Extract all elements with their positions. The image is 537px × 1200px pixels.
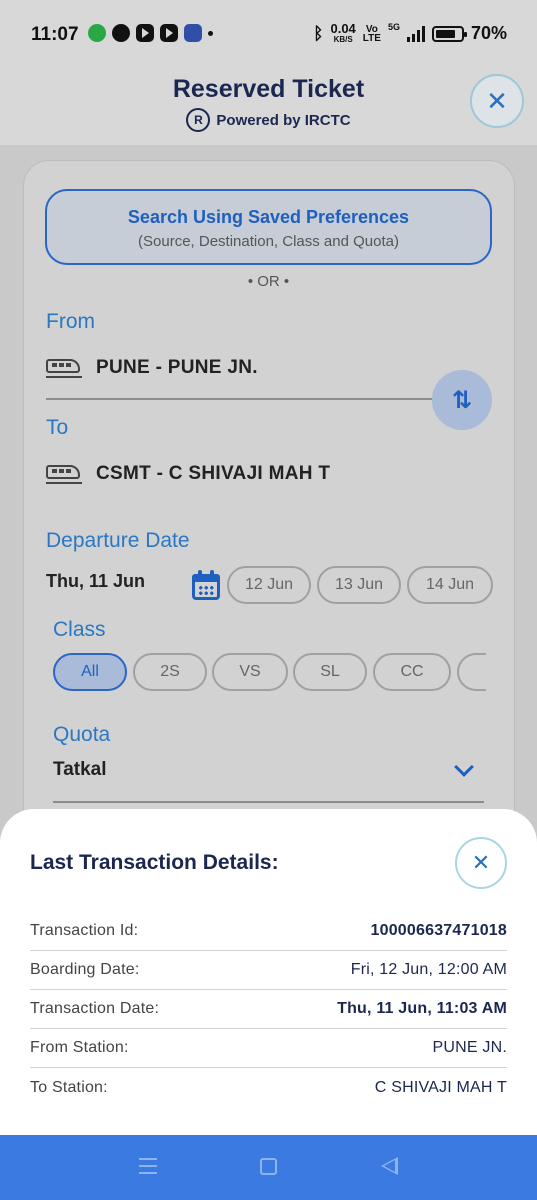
departure-date-label: Departure Date <box>46 529 190 552</box>
class-option-2s[interactable]: 2S <box>133 653 207 691</box>
class-options-row: All 2S VS SL CC <box>52 652 486 692</box>
txn-label: Boarding Date: <box>30 961 140 978</box>
swap-stations-button[interactable]: ⇅ <box>432 370 492 430</box>
txn-row-to-station: To Station: C SHIVAJI MAH T <box>30 1068 507 1107</box>
powered-by-text: Powered by IRCTC <box>216 111 351 129</box>
saved-preferences-button[interactable]: Search Using Saved Preferences (Source, … <box>45 189 492 265</box>
net-speed: 0.04 KB/S <box>330 20 356 44</box>
search-card <box>23 160 515 860</box>
irctc-logo-icon: R <box>186 108 211 132</box>
class-option-cc[interactable]: CC <box>373 653 451 691</box>
page-header: Reserved Ticket R Powered by IRCTC ✕ <box>0 70 537 145</box>
departure-date-selected[interactable]: Thu, 11 Jun <box>46 571 145 592</box>
volte-indicator: Vo LTE <box>362 23 381 44</box>
txn-label: Transaction Id: <box>30 922 139 939</box>
or-separator: • OR • <box>247 273 290 290</box>
status-time: 11:07 <box>31 24 79 45</box>
from-label: From <box>46 310 95 333</box>
to-label: To <box>46 416 69 439</box>
txn-value: C SHIVAJI MAH T <box>374 1078 507 1096</box>
class-option-sl[interactable]: SL <box>293 653 367 691</box>
class-option-vs[interactable]: VS <box>212 653 288 691</box>
battery-percent: 70% <box>470 23 507 43</box>
txn-value: PUNE JN. <box>432 1039 507 1056</box>
recents-menu-icon[interactable] <box>139 1158 157 1174</box>
txn-label: From Station: <box>30 1039 129 1056</box>
from-station-field[interactable]: PUNE - PUNE JN. <box>46 357 258 379</box>
calendar-icon[interactable] <box>192 570 220 600</box>
close-button[interactable]: ✕ <box>470 74 524 128</box>
txn-label: Transaction Date: <box>30 1000 160 1017</box>
powered-by: R Powered by IRCTC <box>0 108 537 132</box>
whatsapp-icon <box>88 24 106 42</box>
date-option-pill[interactable]: 14 Jun <box>407 566 493 604</box>
notification-icons <box>88 24 213 42</box>
date-option-pill[interactable]: 12 Jun <box>227 566 311 604</box>
from-station-value: PUNE - PUNE JN. <box>96 357 258 378</box>
battery-icon <box>431 25 467 42</box>
txn-row-from-station: From Station: PUNE JN. <box>30 1029 507 1068</box>
txn-row-transaction-date: Transaction Date: Thu, 11 Jun, 11:03 AM <box>30 990 507 1029</box>
sheet-close-button[interactable]: ✕ <box>455 837 507 889</box>
last-transaction-sheet: Last Transaction Details: ✕ Transaction … <box>0 809 537 1135</box>
txn-value: Fri, 12 Jun, 12:00 AM <box>350 961 507 978</box>
signal-gen: 5G <box>387 22 400 32</box>
more-notifications-dot <box>208 30 213 36</box>
txn-label: To Station: <box>30 1078 108 1096</box>
quota-select[interactable]: Tatkal <box>53 759 107 781</box>
txn-row-boarding-date: Boarding Date: Fri, 12 Jun, 12:00 AM <box>30 951 507 990</box>
class-label: Class <box>53 618 106 641</box>
saved-preferences-title: Search Using Saved Preferences <box>127 207 410 227</box>
class-option-all[interactable]: All <box>53 653 127 691</box>
class-option-more[interactable] <box>457 653 486 691</box>
system-nav-bar <box>0 1135 537 1200</box>
system-icons: ᛒ 0.04 KB/S Vo LTE 5G 70% <box>313 20 507 44</box>
saved-preferences-subtitle: (Source, Destination, Class and Quota) <box>138 233 399 250</box>
home-icon[interactable] <box>260 1158 277 1175</box>
sheet-title: Last Transaction Details: <box>30 851 279 874</box>
txn-row-id: Transaction Id: 100006637471018 <box>30 912 507 951</box>
back-icon[interactable] <box>381 1157 398 1175</box>
train-icon <box>46 463 82 485</box>
status-bar: 11:07 ᛒ 0.04 KB/S Vo LTE 5G 70% <box>0 0 537 70</box>
date-option-pill[interactable]: 13 Jun <box>317 566 401 604</box>
signal-icon <box>406 25 425 42</box>
quota-label: Quota <box>53 723 111 746</box>
train-icon <box>46 357 82 379</box>
youtube-icon <box>136 24 154 42</box>
txn-value: 100006637471018 <box>370 922 507 939</box>
to-station-field[interactable]: CSMT - C SHIVAJI MAH T <box>46 463 330 485</box>
bluetooth-icon: ᛒ <box>313 23 324 43</box>
date-options-row: 12 Jun 13 Jun 14 Jun <box>226 565 494 607</box>
to-station-value: CSMT - C SHIVAJI MAH T <box>96 463 331 484</box>
chat-icon <box>112 24 130 42</box>
rail-app-icon <box>184 24 202 42</box>
quota-divider <box>53 801 484 803</box>
from-divider <box>46 398 432 400</box>
page-title: Reserved Ticket <box>172 75 365 103</box>
txn-value: Thu, 11 Jun, 11:03 AM <box>337 1000 507 1017</box>
youtube-icon <box>160 24 178 42</box>
